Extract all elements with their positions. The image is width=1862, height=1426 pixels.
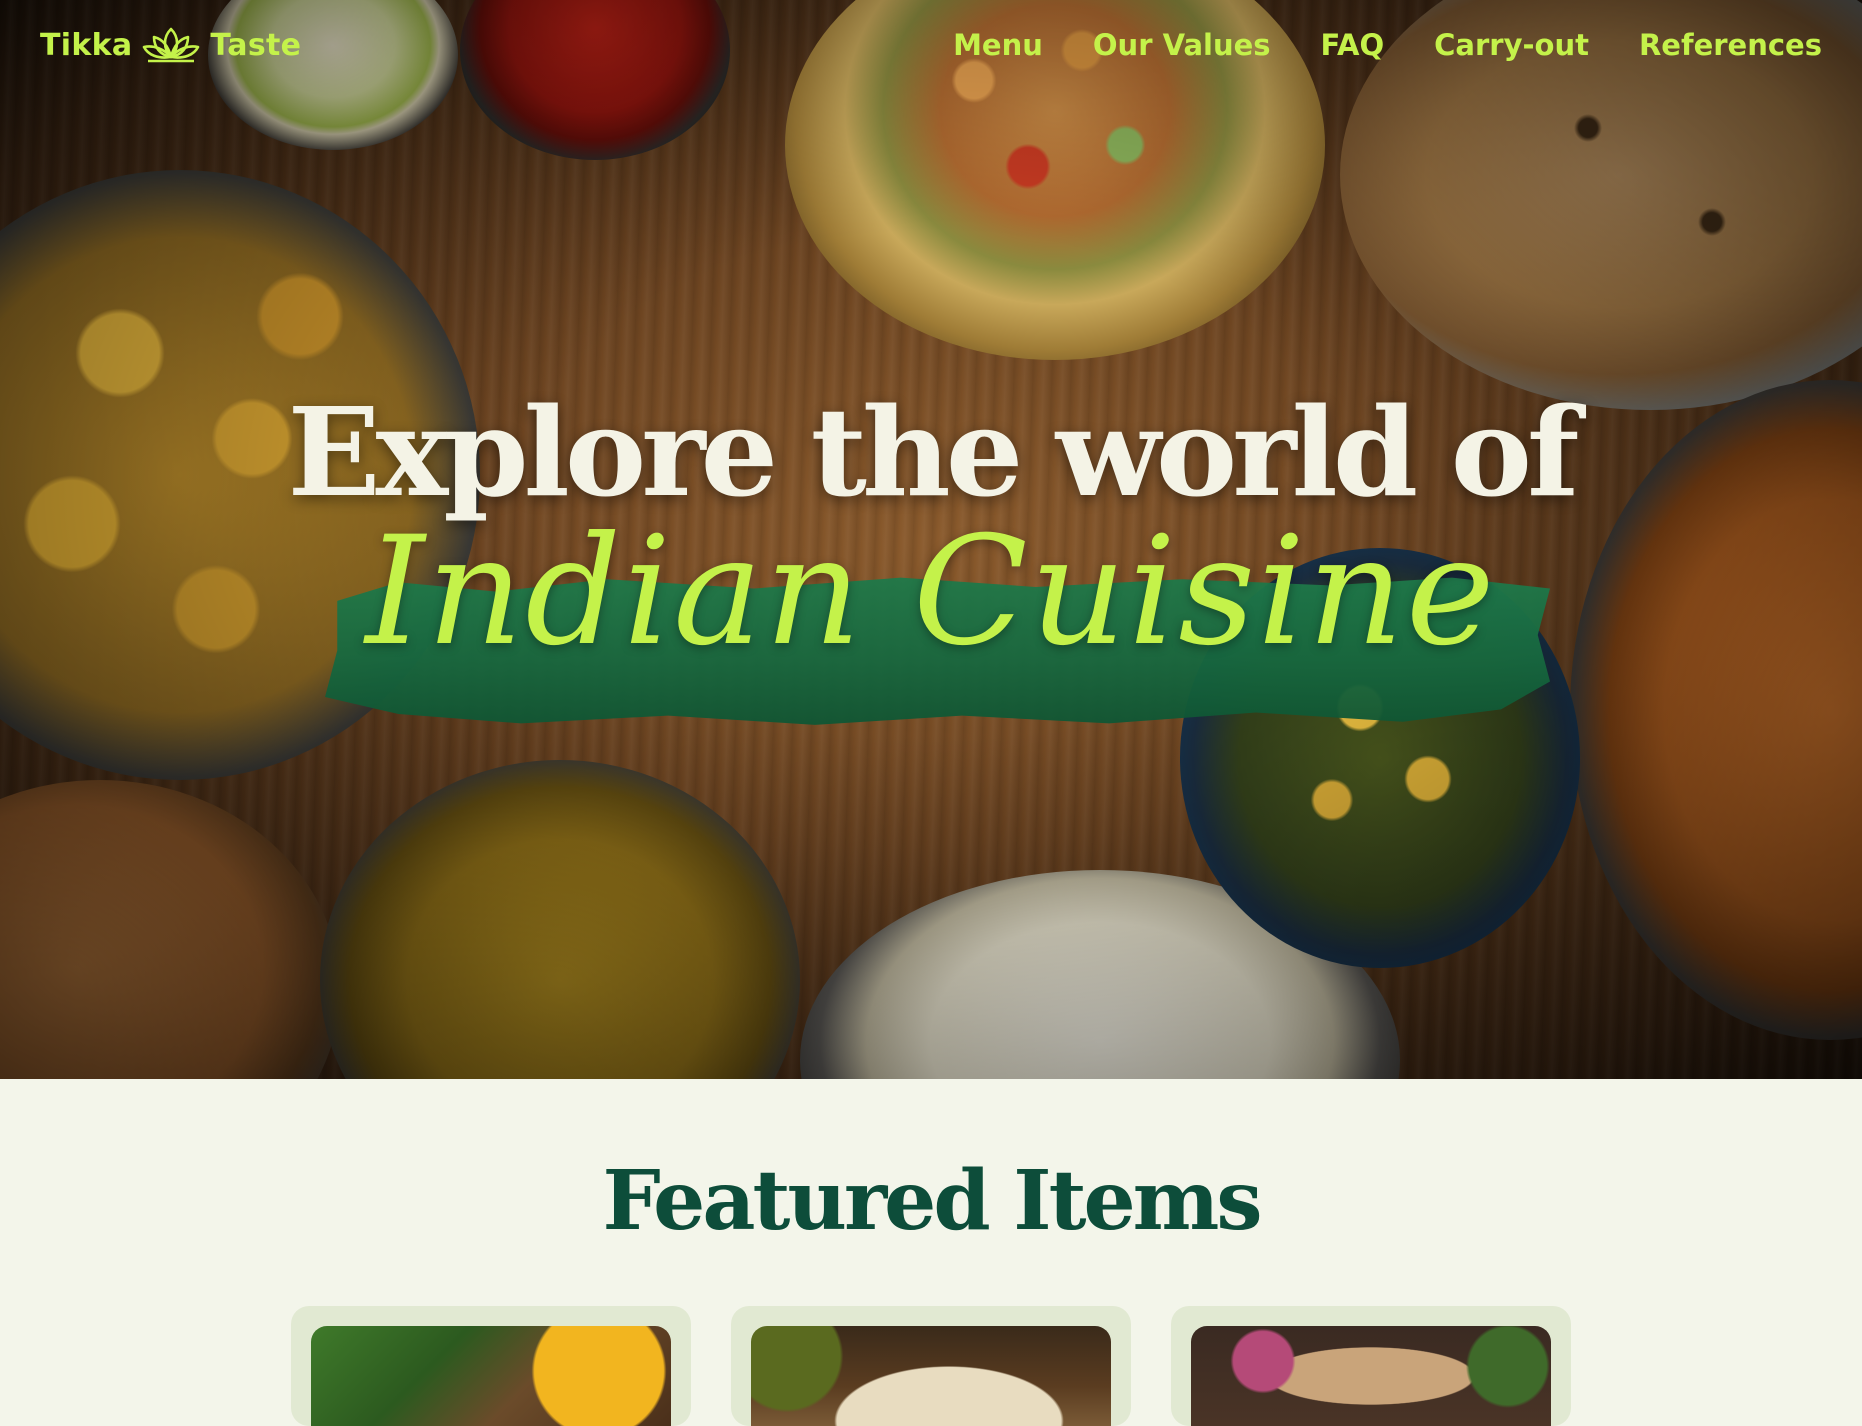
featured-card[interactable] bbox=[291, 1306, 691, 1426]
hero-title: Explore the world of bbox=[287, 380, 1580, 524]
hero-section: Tikka Taste Menu Our Values FAQ Carry-ou… bbox=[0, 0, 1862, 1079]
logo-text-left: Tikka bbox=[40, 27, 133, 63]
nav-link-our-values[interactable]: Our Values bbox=[1093, 28, 1271, 62]
lotus-icon bbox=[143, 27, 200, 63]
nav-links: Menu Our Values FAQ Carry-out References bbox=[953, 28, 1822, 62]
top-nav: Tikka Taste Menu Our Values FAQ Carry-ou… bbox=[0, 0, 1862, 90]
hero-subtitle-script: Indian Cuisine bbox=[365, 505, 1497, 679]
featured-card[interactable] bbox=[731, 1306, 1131, 1426]
featured-card-image bbox=[751, 1326, 1111, 1426]
nav-link-references[interactable]: References bbox=[1639, 28, 1822, 62]
featured-title: Featured Items bbox=[602, 1153, 1262, 1249]
nav-link-menu[interactable]: Menu bbox=[953, 28, 1043, 62]
nav-link-faq[interactable]: FAQ bbox=[1321, 28, 1385, 62]
logo-text-right: Taste bbox=[210, 27, 302, 63]
dal-bowl-image bbox=[320, 760, 800, 1079]
logo[interactable]: Tikka Taste bbox=[40, 25, 301, 65]
featured-card-image bbox=[311, 1326, 671, 1426]
featured-card[interactable] bbox=[1171, 1306, 1571, 1426]
nav-link-carry-out[interactable]: Carry-out bbox=[1434, 28, 1589, 62]
featured-section: Featured Items bbox=[0, 1079, 1862, 1426]
biryani-plate-image bbox=[0, 780, 340, 1079]
featured-card-image bbox=[1191, 1326, 1551, 1426]
